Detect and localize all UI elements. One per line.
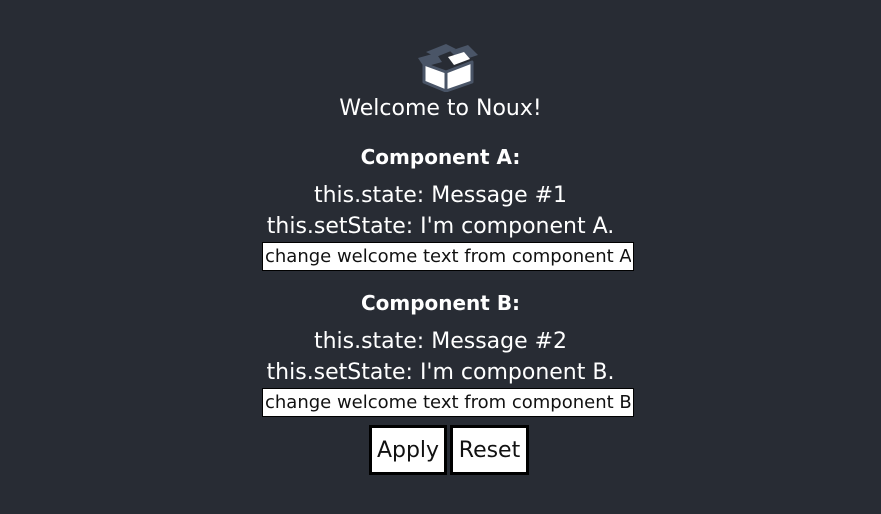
reset-button[interactable]: Reset (450, 425, 529, 475)
component-a-heading: Component A: (360, 145, 521, 169)
component-a-input[interactable] (262, 242, 634, 271)
component-a-setstate-line: this.setState: I'm component A. (266, 214, 615, 239)
component-b-input[interactable] (262, 388, 634, 417)
component-b-heading: Component B: (360, 291, 521, 315)
apply-button[interactable]: Apply (369, 425, 447, 475)
component-a-state-line: this.state: Message #1 (313, 183, 568, 208)
open-box-icon (418, 44, 478, 92)
component-b-state-line: this.state: Message #2 (313, 329, 568, 354)
welcome-text: Welcome to Noux! (339, 96, 542, 121)
component-b-setstate-line: this.setState: I'm component B. (266, 360, 615, 385)
